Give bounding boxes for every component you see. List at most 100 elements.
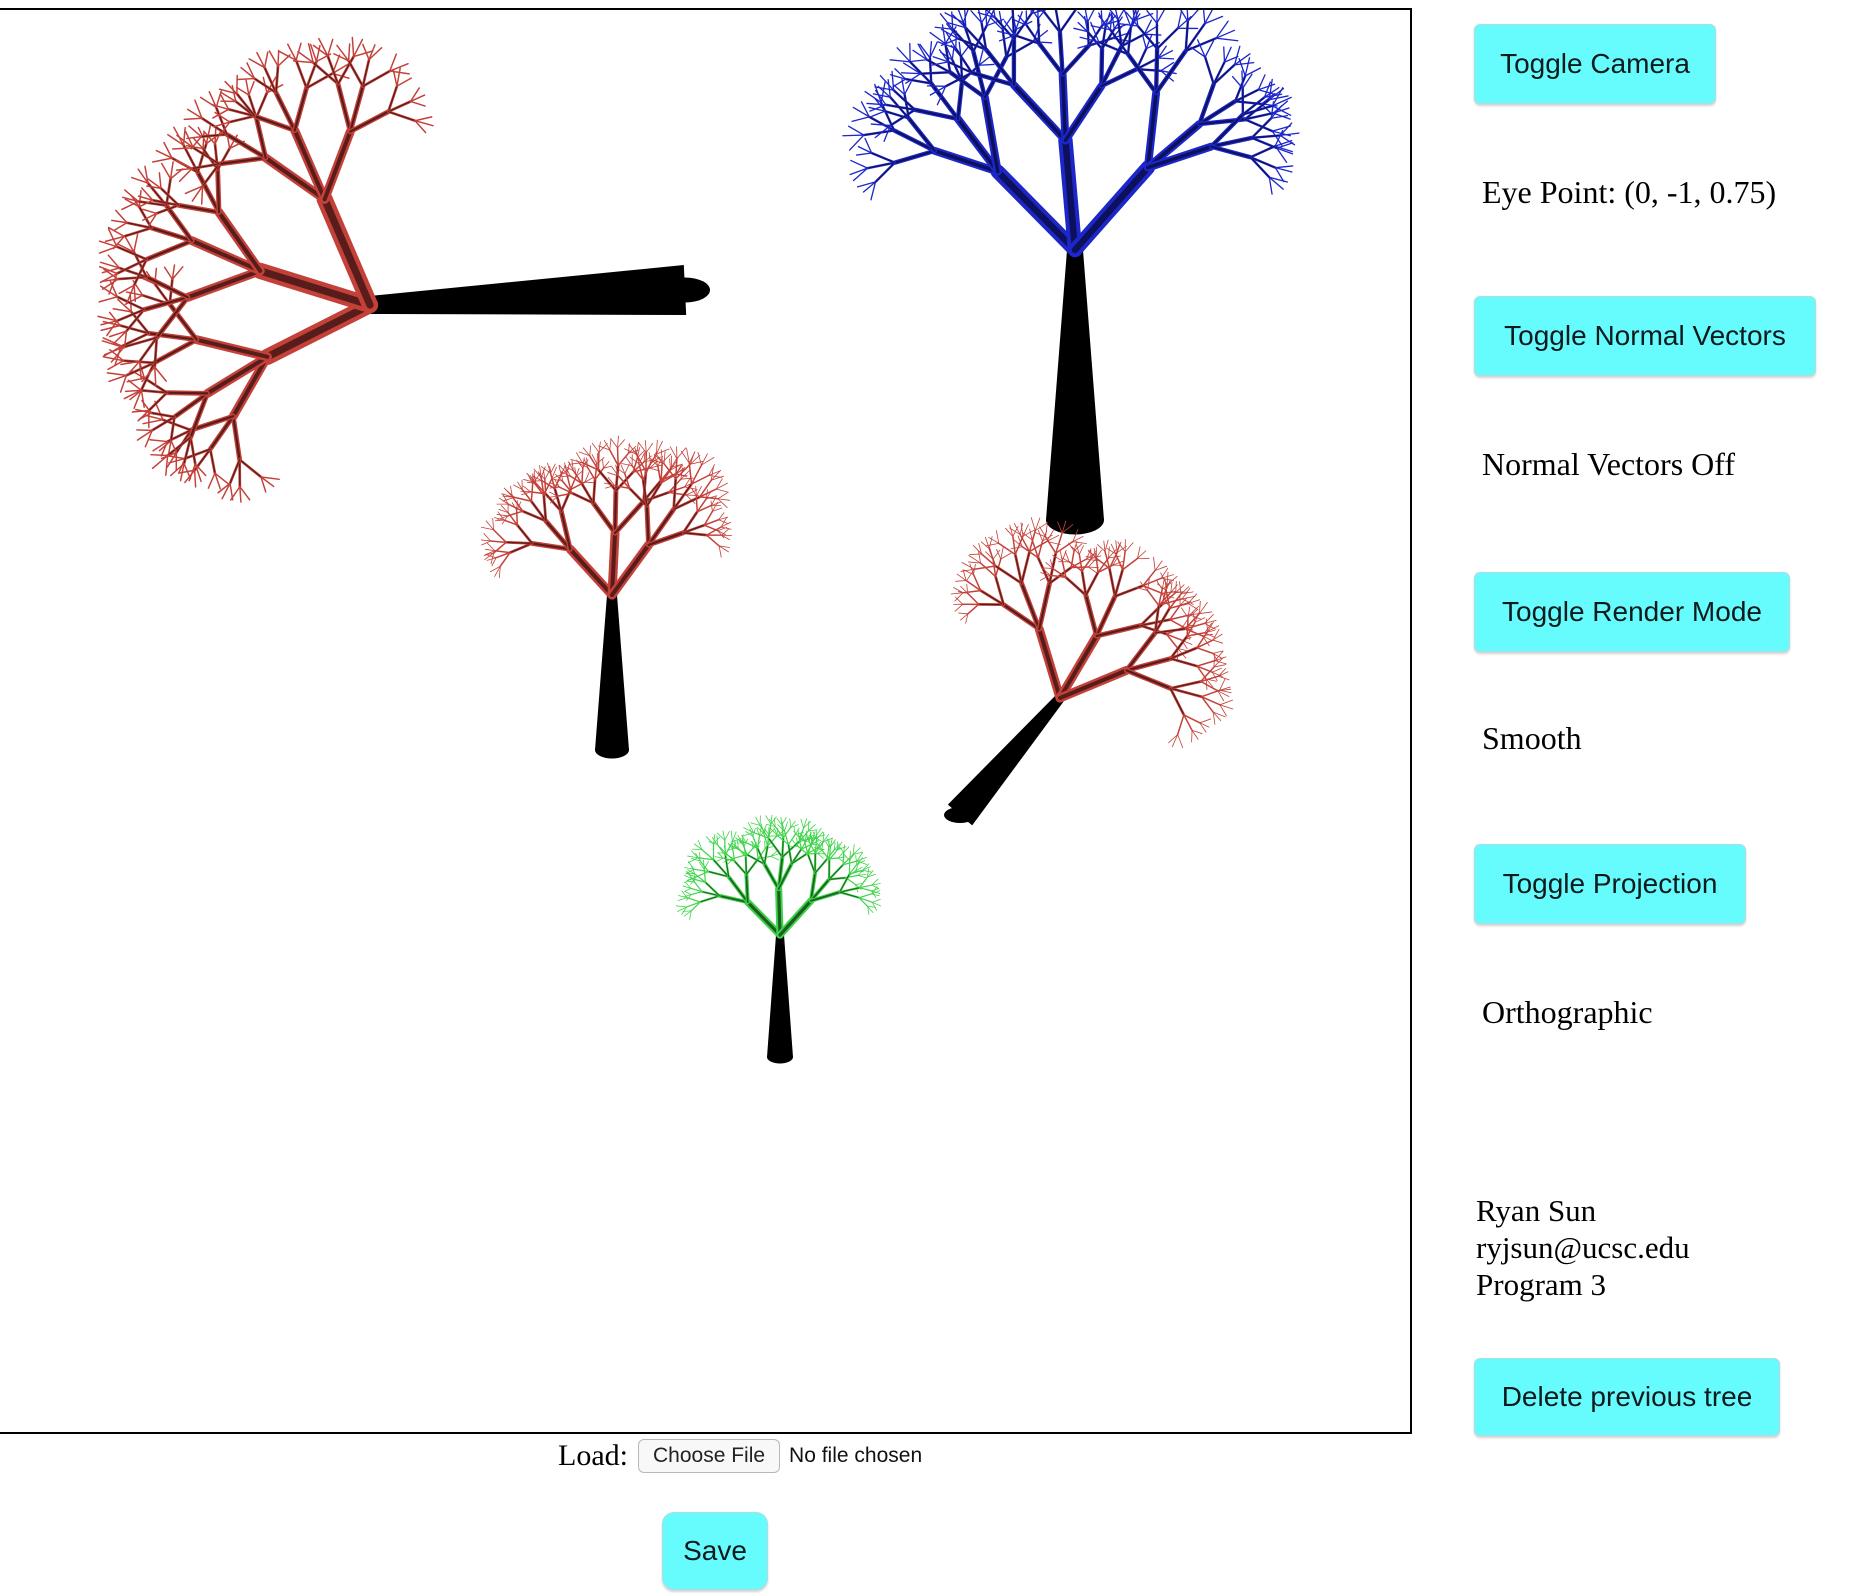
tree-branch-shade	[1210, 145, 1252, 159]
tree-branch	[268, 50, 279, 67]
toggle-projection-button[interactable]: Toggle Projection	[1474, 844, 1746, 924]
toggle-camera-button[interactable]: Toggle Camera	[1474, 24, 1716, 104]
tree-branch-shade	[560, 488, 572, 512]
tree-branch	[617, 435, 619, 449]
normal-vectors-status: Normal Vectors Off	[1482, 446, 1735, 482]
tree-branch	[263, 51, 269, 69]
tree-branch-shade	[337, 55, 355, 85]
tree-branch	[954, 603, 964, 612]
tree-branch-shade	[613, 489, 618, 535]
tree-branch-shade	[1002, 29, 1007, 58]
tree-branch	[705, 534, 720, 547]
tree-branch	[1121, 551, 1126, 571]
tree-branch-shade	[516, 524, 533, 545]
tree-branch	[955, 596, 964, 605]
tree-branch	[988, 536, 1000, 544]
tree-branch-shade	[165, 178, 172, 207]
toggle-render-mode-button[interactable]: Toggle Render Mode	[1474, 572, 1790, 652]
tree-branch	[1196, 659, 1216, 667]
tree-branch	[409, 100, 426, 107]
tree-branch-shade	[1155, 47, 1159, 94]
tree-branch-shade	[229, 459, 241, 484]
tree-branch	[610, 438, 618, 449]
tree-branch	[961, 561, 975, 570]
tree-branch	[609, 438, 612, 451]
tree-branch-shade	[150, 412, 176, 418]
tree-branch	[695, 495, 698, 513]
tree-branch-shade	[217, 147, 231, 171]
tree-branch	[636, 441, 639, 455]
tree-branch	[98, 296, 118, 303]
tree-branch	[730, 830, 733, 843]
author-email: ryjsun@ucsc.edu	[1476, 1230, 1690, 1265]
tree-branch	[852, 844, 855, 855]
tree-branch-shade	[763, 863, 780, 890]
tree-branch-shade	[1114, 585, 1144, 597]
tree-branch	[141, 208, 158, 215]
tree-branch	[193, 469, 197, 488]
tree-branch	[998, 542, 1017, 556]
tree-branch	[950, 592, 964, 595]
tree-branch	[663, 451, 666, 465]
tree-scene[interactable]	[0, 10, 1410, 1434]
tree-branch-shade	[1071, 164, 1152, 254]
tree-branch	[396, 67, 401, 87]
tree-branch	[862, 869, 872, 873]
tree-branch-shade	[165, 391, 209, 395]
tree-branch	[171, 146, 194, 150]
tree-branch	[1223, 46, 1226, 63]
save-button[interactable]: Save	[662, 1512, 768, 1590]
tree-branch	[822, 831, 825, 843]
tree-branch	[175, 159, 193, 170]
tree-branch	[1157, 57, 1175, 60]
tree-branch	[200, 185, 204, 205]
projection-status: Orthographic	[1482, 994, 1653, 1030]
tree-branch	[871, 898, 881, 903]
tree-green-small	[675, 814, 882, 1064]
tree-branch	[1212, 639, 1224, 644]
tree-branch	[492, 529, 507, 544]
tree-branch	[784, 821, 788, 832]
tree-branch	[1000, 552, 1012, 560]
tree-branch	[1202, 10, 1206, 25]
tree-branch	[910, 59, 928, 63]
tree-branch	[817, 853, 824, 859]
tree-branch	[1231, 75, 1244, 89]
tree-branch-shade	[778, 899, 813, 937]
tree-branch-shade	[893, 149, 936, 164]
tree-branch	[1124, 542, 1134, 553]
tree-branch	[1196, 647, 1214, 655]
tree-branch-shade	[293, 86, 308, 132]
toggle-normal-vectors-button[interactable]: Toggle Normal Vectors	[1474, 296, 1816, 376]
tree-branch	[150, 453, 169, 457]
webgl-canvas[interactable]	[0, 8, 1412, 1434]
tree-branch	[692, 848, 703, 851]
tree-branch	[1153, 556, 1156, 571]
choose-file-button[interactable]: Choose File	[637, 1439, 781, 1473]
tree-branch	[154, 366, 167, 382]
tree-branch-shade	[1037, 627, 1063, 701]
delete-previous-tree-button[interactable]: Delete previous tree	[1474, 1358, 1780, 1436]
render-mode-status: Smooth	[1482, 720, 1582, 756]
tree-branch-shade	[322, 129, 353, 202]
tree-branch	[858, 893, 873, 899]
tree-branch-shade	[255, 92, 268, 119]
tree-branch-shade	[568, 547, 615, 598]
tree-branch	[716, 835, 718, 846]
tree-branch	[163, 266, 174, 280]
tree-branch	[1059, 549, 1063, 562]
tree-branch	[1165, 589, 1171, 609]
tree-branch-shade	[1169, 680, 1202, 689]
tree-branch-shade	[839, 891, 860, 899]
tree-branch	[1244, 57, 1251, 77]
tree-branch	[1244, 67, 1262, 77]
tree-branch-shade	[745, 856, 747, 875]
tree-branch-shade	[509, 542, 533, 554]
tree-branch	[581, 467, 584, 485]
tree-trunk-base	[944, 807, 976, 823]
tree-branch	[483, 533, 492, 542]
tree-branch	[1212, 650, 1223, 654]
tree-branch	[954, 592, 964, 602]
tree-branch	[1035, 10, 1045, 13]
tree-branch	[165, 454, 169, 476]
